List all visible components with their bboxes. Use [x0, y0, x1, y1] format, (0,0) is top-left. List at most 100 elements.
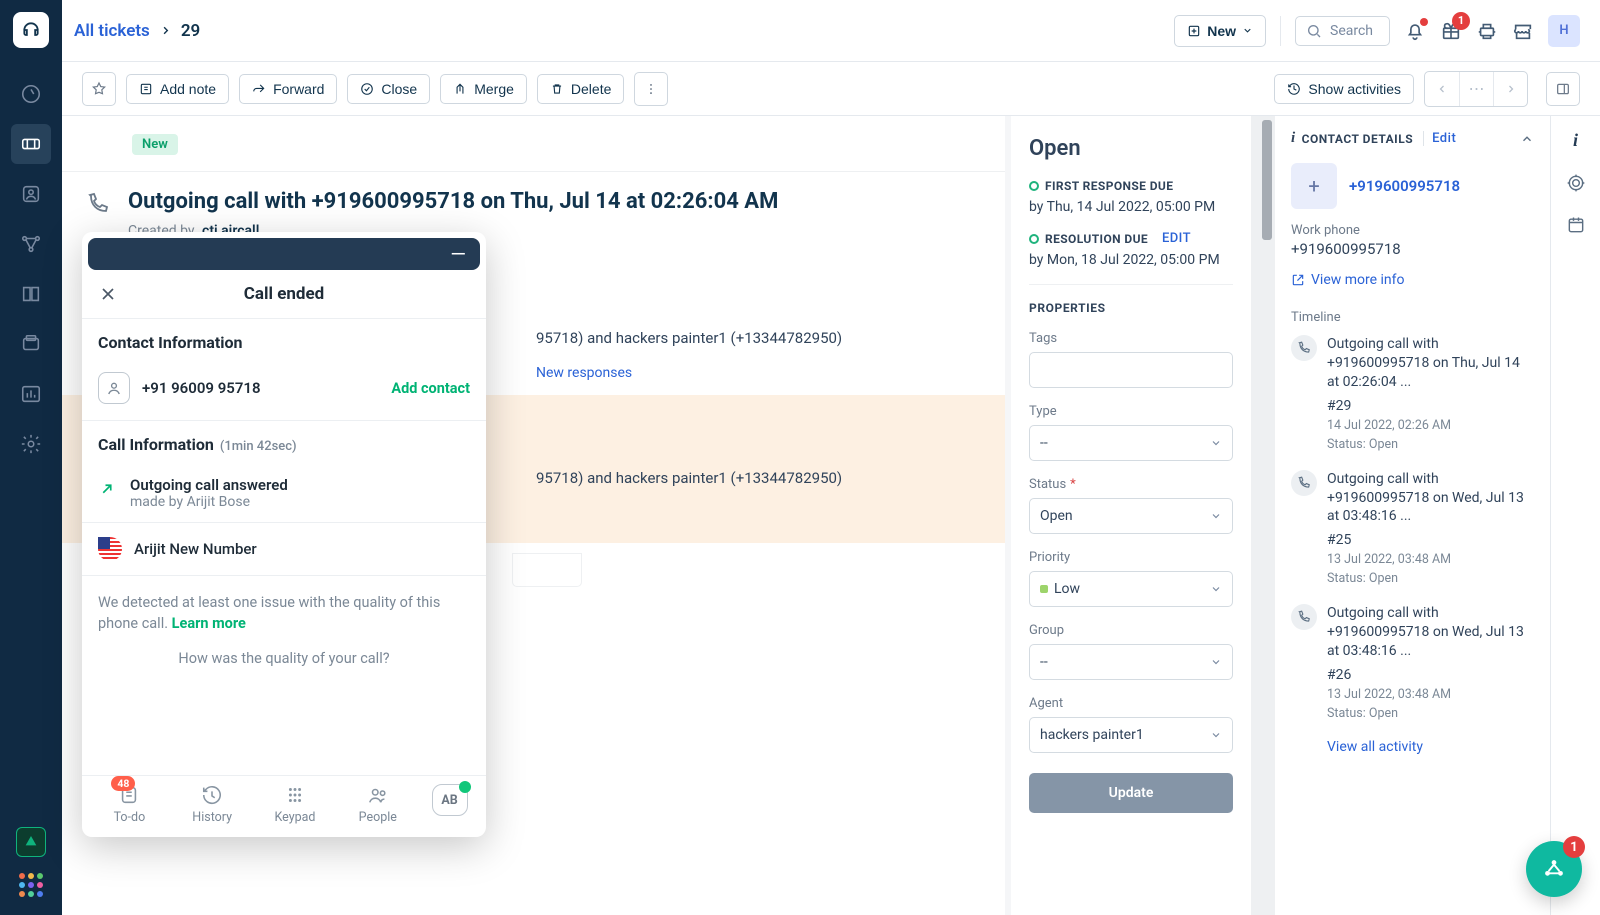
contact-details-heading: i CONTACT DETAILS Edit [1291, 130, 1456, 147]
cti-tab-todo[interactable]: 48 To-do [94, 784, 164, 825]
breadcrumb-all-tickets[interactable]: All tickets [74, 21, 150, 41]
properties-panel: Open FIRST RESPONSE DUE by Thu, 14 Jul 2… [1011, 116, 1251, 915]
phone-icon [1291, 604, 1317, 630]
nav-solutions[interactable] [11, 274, 51, 314]
cti-bottom-tabs: 48 To-do History Keypad People AB [82, 775, 486, 837]
merge-button[interactable]: Merge [440, 74, 527, 104]
nav-cti-app[interactable] [16, 827, 46, 857]
user-avatar[interactable]: H [1548, 15, 1580, 47]
agent-select[interactable]: hackers painter1 [1029, 717, 1233, 753]
number-row[interactable]: Arijit New Number [82, 523, 486, 576]
contact-icon [98, 372, 130, 404]
reply-editor-hint[interactable] [512, 553, 582, 587]
timeline-item[interactable]: Outgoing call with +919600995718 on Wed,… [1291, 604, 1534, 721]
contact-edit-link[interactable]: Edit [1423, 131, 1456, 146]
store-icon[interactable] [1512, 20, 1534, 42]
type-select[interactable]: -- [1029, 425, 1233, 461]
scrollbar[interactable] [1251, 116, 1275, 915]
cti-title: Call ended [118, 284, 450, 304]
ticket-toolbar: Add note Forward Close Merge Delete Show… [62, 62, 1600, 116]
cti-phone-number: +91 96009 95718 [142, 379, 261, 397]
online-dot [459, 781, 471, 793]
nav-contacts[interactable] [11, 174, 51, 214]
calendar-icon[interactable] [1566, 215, 1586, 235]
first-response-label: FIRST RESPONSE DUE [1029, 179, 1233, 193]
type-label: Type [1029, 404, 1233, 419]
timeline-heading: Timeline [1291, 310, 1534, 325]
close-button[interactable]: Close [347, 74, 430, 104]
tags-input[interactable] [1029, 352, 1233, 388]
priority-select[interactable]: Low [1029, 571, 1233, 607]
new-responses-link[interactable]: New responses [512, 365, 1005, 381]
chat-fab[interactable]: 1 [1526, 841, 1582, 897]
new-button[interactable]: New [1174, 15, 1266, 47]
side-nav [0, 0, 62, 915]
status-label: Status* [1029, 477, 1233, 492]
nav-analytics[interactable] [11, 374, 51, 414]
nav-canned[interactable] [11, 324, 51, 364]
work-phone-value: +919600995718 [1291, 240, 1534, 258]
learn-more-link[interactable]: Learn more [172, 615, 246, 632]
toggle-panel-button[interactable] [1546, 72, 1580, 106]
cti-agent-chip[interactable]: AB [426, 784, 474, 825]
prev-ticket-button[interactable] [1425, 72, 1459, 106]
ticket-nav-pager: ⋯ [1424, 71, 1528, 107]
sla-status: Open [1029, 136, 1233, 161]
gift-icon[interactable]: 1 [1440, 20, 1462, 42]
next-ticket-button[interactable] [1493, 72, 1527, 106]
nav-automations[interactable] [11, 224, 51, 264]
star-button[interactable] [82, 72, 116, 106]
target-icon[interactable] [1566, 173, 1586, 193]
chevron-up-icon[interactable] [1520, 132, 1534, 146]
update-button[interactable]: Update [1029, 773, 1233, 813]
contact-details-panel: i CONTACT DETAILS Edit + +919600995718 W… [1275, 116, 1550, 915]
call-info-heading: Call Information (1min 42sec) [82, 421, 486, 464]
cti-tab-keypad[interactable]: Keypad [260, 784, 330, 825]
outgoing-arrow-icon [98, 480, 116, 510]
phone-icon [1291, 470, 1317, 496]
cti-tab-people[interactable]: People [343, 784, 413, 825]
resolution-edit-link[interactable]: Edit [1162, 231, 1191, 246]
more-button[interactable] [634, 72, 668, 106]
group-label: Group [1029, 623, 1233, 638]
contact-phone-link[interactable]: +919600995718 [1349, 177, 1460, 195]
delete-button[interactable]: Delete [537, 74, 624, 104]
status-select[interactable]: Open [1029, 498, 1233, 534]
convo-line-a: 95718) and hackers painter1 (+1334478295… [512, 329, 1005, 347]
tags-label: Tags [1029, 331, 1233, 346]
nav-tickets[interactable] [11, 124, 51, 164]
printer-icon[interactable] [1476, 20, 1498, 42]
contact-avatar[interactable]: + [1291, 163, 1337, 209]
ticket-nav-more[interactable]: ⋯ [1459, 72, 1493, 106]
properties-heading: PROPERTIES [1029, 301, 1233, 315]
cti-tab-history[interactable]: History [177, 784, 247, 825]
cti-popup: — Call ended Contact Information +91 960… [82, 232, 486, 837]
add-contact-link[interactable]: Add contact [391, 380, 470, 397]
priority-label: Priority [1029, 550, 1233, 565]
search-input[interactable]: Search [1295, 16, 1390, 46]
search-placeholder: Search [1330, 23, 1373, 39]
gift-badge: 1 [1452, 12, 1470, 30]
timeline-item[interactable]: Outgoing call with +919600995718 on Thu,… [1291, 335, 1534, 452]
us-flag-icon [98, 537, 122, 561]
close-icon[interactable] [98, 284, 118, 304]
timeline-item[interactable]: Outgoing call with +919600995718 on Wed,… [1291, 470, 1534, 587]
view-more-info-link[interactable]: View more info [1291, 272, 1534, 288]
chevron-right-icon [160, 25, 171, 36]
add-note-button[interactable]: Add note [126, 74, 229, 104]
bell-icon[interactable] [1404, 20, 1426, 42]
nav-settings[interactable] [11, 424, 51, 464]
app-logo[interactable] [13, 12, 49, 48]
info-icon[interactable]: i [1573, 130, 1578, 151]
forward-button[interactable]: Forward [239, 74, 337, 104]
app-switcher[interactable] [19, 873, 43, 897]
view-all-activity-link[interactable]: View all activity [1327, 739, 1534, 755]
minimize-icon[interactable]: — [450, 242, 466, 266]
nav-dashboard[interactable] [11, 74, 51, 114]
quality-notice: We detected at least one issue with the … [82, 576, 486, 650]
first-response-value: by Thu, 14 Jul 2022, 05:00 PM [1029, 199, 1233, 215]
fab-badge: 1 [1563, 836, 1585, 858]
group-select[interactable]: -- [1029, 644, 1233, 680]
cti-popup-drag-bar[interactable]: — [88, 238, 480, 270]
show-activities-button[interactable]: Show activities [1274, 74, 1414, 104]
